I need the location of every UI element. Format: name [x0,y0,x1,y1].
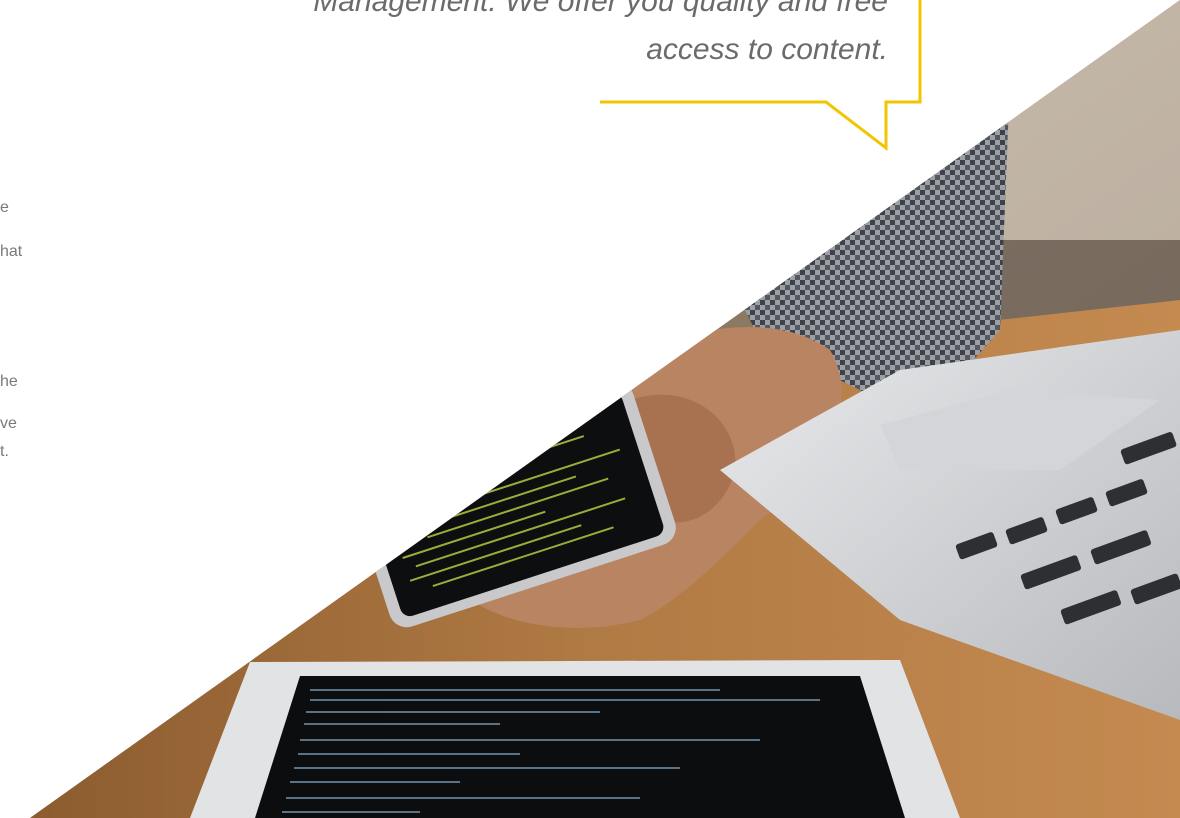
side-text-fragment-5: t. [0,443,9,460]
side-text-fragment-2: hat [0,243,23,260]
side-text-fragment-4: ve [0,415,17,432]
side-text-fragment-3: he [0,373,18,390]
quote-line-2: access to content. [646,33,888,66]
page: Management. We offer you quality and fre… [0,0,1180,818]
hero-photo [30,0,1180,818]
quote-line-1: Management. We offer you quality and fre… [313,0,888,18]
quote-text: Management. We offer you quality and fre… [128,0,888,74]
side-text-fragment-1: e [0,199,9,216]
